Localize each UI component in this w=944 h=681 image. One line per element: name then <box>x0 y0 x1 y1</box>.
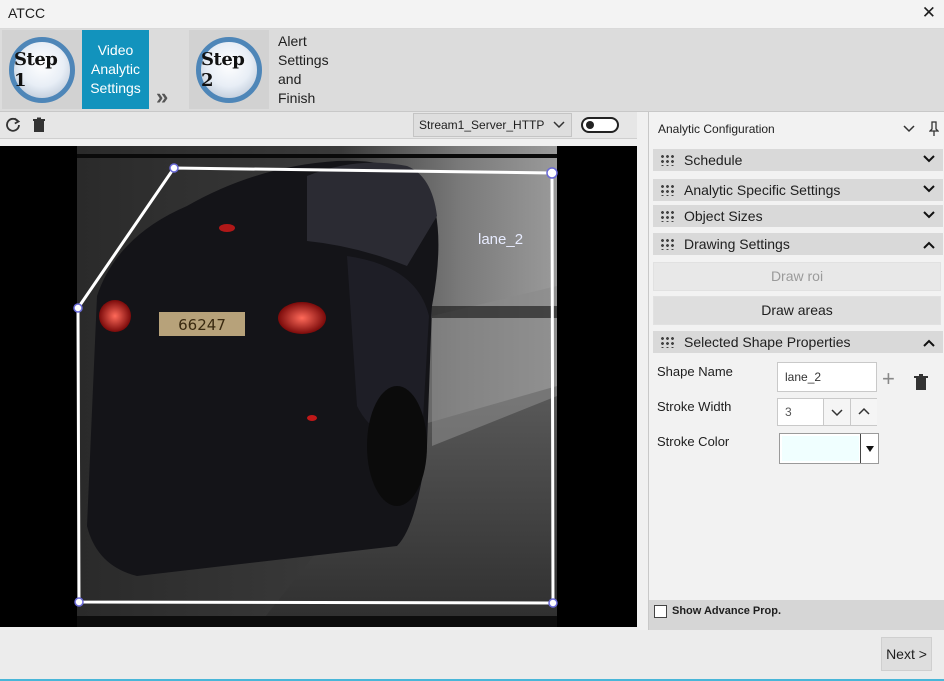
chevron-down-icon[interactable] <box>902 112 916 146</box>
analytic-config-panel: Analytic Configuration Schedule Analytic… <box>648 112 944 630</box>
advance-prop-checkbox[interactable] <box>654 605 667 618</box>
close-icon[interactable]: ✕ <box>922 3 936 23</box>
wizard-step-bar: Step 1 Video Analytic Settings » Step 2 … <box>0 29 944 112</box>
step-2-label: Alert Settings and Finish <box>278 32 329 106</box>
grip-icon <box>660 336 674 348</box>
chevron-down-icon <box>923 179 935 208</box>
section-drawing-label: Drawing Settings <box>684 236 790 252</box>
stream-select[interactable]: Stream1_Server_HTTP <box>413 113 572 137</box>
stroke-width-value: 3 <box>785 405 792 419</box>
chevron-up-icon <box>923 331 935 360</box>
section-selected-shape[interactable]: Selected Shape Properties <box>653 331 943 353</box>
video-viewport[interactable]: 66247 lane_2 <box>0 146 637 627</box>
window-title: ATCC <box>8 5 46 21</box>
panel-header: Analytic Configuration <box>649 112 944 146</box>
section-schedule[interactable]: Schedule <box>653 149 943 171</box>
chevron-up-icon <box>923 233 935 262</box>
refresh-icon[interactable] <box>4 116 22 134</box>
wizard-step-2[interactable]: Step 2 Alert Settings and Finish <box>189 30 348 109</box>
grip-icon <box>660 184 674 196</box>
stream-toggle[interactable] <box>581 117 619 133</box>
color-swatch <box>782 436 859 461</box>
pin-icon[interactable] <box>928 112 940 146</box>
plus-icon[interactable]: + <box>882 368 895 390</box>
shape-name-label: Shape Name <box>657 364 733 379</box>
advance-prop-row: Show Advance Prop. <box>649 600 944 630</box>
panel-title: Analytic Configuration <box>658 122 775 136</box>
shape-overlay[interactable]: lane_2 <box>0 146 637 627</box>
section-analytic-specific-label: Analytic Specific Settings <box>684 182 841 198</box>
chevron-up-icon[interactable] <box>850 399 877 425</box>
step-2-badge-wrap: Step 2 <box>189 30 269 109</box>
footer-bar: Next > <box>0 630 944 681</box>
section-selected-shape-label: Selected Shape Properties <box>684 334 851 350</box>
draw-areas-button[interactable]: Draw areas <box>653 296 941 325</box>
trash-icon[interactable] <box>914 374 928 390</box>
advance-prop-label: Show Advance Prop. <box>672 605 782 617</box>
section-analytic-specific[interactable]: Analytic Specific Settings <box>653 179 943 201</box>
draw-roi-button[interactable]: Draw roi <box>653 262 941 291</box>
video-toolbar: Stream1_Server_HTTP <box>0 112 637 139</box>
chevron-down-icon <box>923 205 935 234</box>
vertex-handle[interactable] <box>73 303 83 313</box>
grip-icon <box>660 154 674 166</box>
section-schedule-label: Schedule <box>684 152 743 168</box>
grip-icon <box>660 238 674 250</box>
toggle-knob <box>586 121 594 129</box>
step-1-badge-wrap: Step 1 <box>2 30 82 109</box>
stroke-color-label: Stroke Color <box>657 434 730 449</box>
shape-name-input[interactable] <box>777 362 877 392</box>
vertex-handle[interactable] <box>74 597 84 607</box>
wizard-step-1[interactable]: Step 1 Video Analytic Settings <box>2 30 149 109</box>
stroke-width-stepper[interactable]: 3 <box>777 398 877 426</box>
shape-label: lane_2 <box>478 231 523 248</box>
panel-header-icons <box>902 112 940 146</box>
title-bar: ATCC ✕ <box>0 0 944 29</box>
double-chevron-right-icon: » <box>156 84 169 109</box>
next-button[interactable]: Next > <box>881 637 932 671</box>
section-object-sizes[interactable]: Object Sizes <box>653 205 943 227</box>
chevron-down-icon[interactable] <box>860 434 878 463</box>
stroke-color-picker[interactable] <box>779 433 879 464</box>
step-1-label: Video Analytic Settings <box>82 30 149 109</box>
grip-icon <box>660 210 674 222</box>
vertex-handle[interactable] <box>548 598 558 608</box>
chevron-down-icon[interactable] <box>823 399 850 425</box>
chevron-down-icon <box>923 149 935 178</box>
step-1-badge: Step 1 <box>9 36 75 103</box>
stroke-width-label: Stroke Width <box>657 399 732 414</box>
chevron-down-icon <box>553 114 565 143</box>
vertex-handle[interactable] <box>546 167 558 179</box>
section-drawing-settings[interactable]: Drawing Settings <box>653 233 943 255</box>
step-2-badge: Step 2 <box>196 36 262 103</box>
stream-select-value: Stream1_Server_HTTP <box>419 118 545 132</box>
section-object-sizes-label: Object Sizes <box>684 208 763 224</box>
trash-icon[interactable] <box>30 116 48 134</box>
vertex-handle[interactable] <box>169 163 179 173</box>
